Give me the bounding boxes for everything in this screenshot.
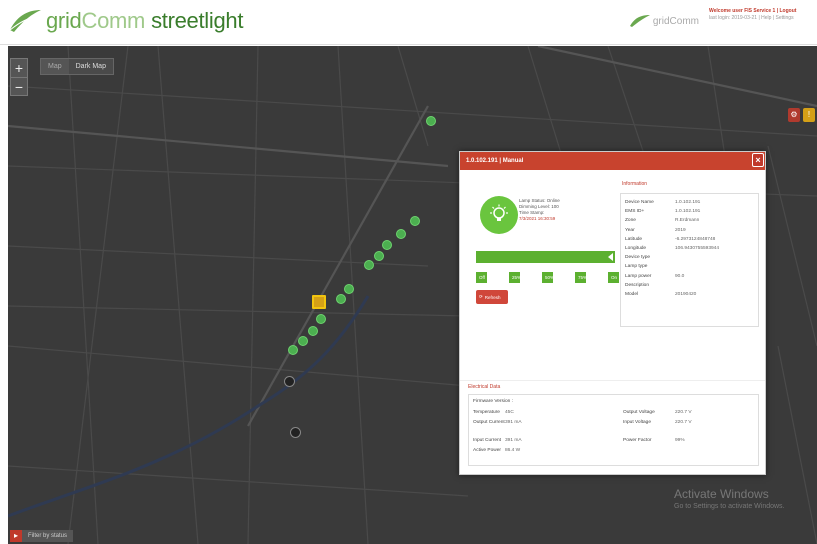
dimming-buttons: Off 25% 50% 75% On	[476, 272, 619, 283]
lamp-detail-popup: 1.0.102.191 | Manual × Lamp Status: Onli…	[459, 151, 766, 475]
refresh-icon: ⟳	[479, 294, 483, 299]
leaf-small-icon	[629, 15, 650, 27]
lamp-marker[interactable]	[336, 294, 346, 304]
activate-line-1: Activate Windows	[674, 487, 769, 501]
info-row: EMS ID+ 1.0.102.191	[625, 209, 701, 215]
settings-icon[interactable]: ⚙	[788, 108, 800, 122]
lamp-marker[interactable]	[374, 251, 384, 261]
dim-off-button[interactable]: Off	[476, 272, 487, 283]
dim-50-button[interactable]: 50%	[542, 272, 554, 283]
user-info[interactable]: Welcome user FIS Service 1 | Logout last…	[709, 8, 813, 22]
selected-lamp-marker[interactable]	[312, 295, 326, 309]
app-header: gridComm streetlight gridComm Welcome use…	[0, 0, 817, 45]
map-right-controls: ⚙ !	[788, 108, 815, 122]
zoom-in-button[interactable]: +	[11, 59, 27, 77]
electrical-row: Power Factor 99%	[623, 438, 685, 443]
lamp-marker[interactable]	[410, 216, 420, 226]
info-row: Lamp power 90.0	[625, 273, 685, 279]
popup-header: 1.0.102.191 | Manual ×	[460, 152, 765, 170]
activate-windows-watermark: Activate Windows Go to Settings to activ…	[674, 487, 785, 510]
alert-icon[interactable]: !	[803, 108, 815, 122]
information-title: Information	[622, 181, 648, 187]
electrical-row: Active Power 86.4 W	[473, 448, 521, 453]
info-row: Zone R.Erdmann	[625, 218, 700, 224]
info-row: Year 2019	[625, 227, 686, 233]
dimming-slider[interactable]	[476, 251, 615, 263]
information-panel: Device Name 1.0.102.191 EMS ID+ 1.0.102.19…	[620, 193, 759, 327]
popup-title: 1.0.102.191 | Manual	[466, 158, 524, 164]
lamp-marker[interactable]	[308, 326, 318, 336]
brand-comm: Comm	[81, 8, 146, 33]
lamp-marker[interactable]	[364, 260, 374, 270]
activate-line-2: Go to Settings to activate Windows.	[674, 503, 785, 510]
firmware-label: Firmware Version :	[473, 399, 513, 404]
filter-control[interactable]: ▸ Filter by status	[10, 530, 74, 542]
info-row: Device type	[625, 255, 651, 261]
partner-logo-text: gridComm	[652, 15, 699, 27]
lamp-status: Lamp Status: Online Dimming Level: 100 T…	[519, 198, 560, 222]
map-type-switch: Map Dark Map	[40, 58, 114, 75]
lamp-marker[interactable]	[288, 345, 298, 355]
bulb-icon	[490, 204, 508, 221]
leaf-logo-icon	[9, 10, 41, 32]
brand-name: gridComm streetlight	[46, 8, 243, 34]
header-right: gridComm Welcome user FIS Service 1 | Lo…	[629, 8, 813, 28]
electrical-row: Output Voltage 220.7 V	[623, 410, 692, 415]
zoom-out-button[interactable]: −	[11, 77, 27, 95]
dim-on-button[interactable]: On	[608, 272, 619, 283]
filter-icon[interactable]: ▸	[10, 530, 22, 542]
electrical-row: Output Current 391 mA	[473, 420, 522, 425]
brand-grid: grid	[46, 8, 82, 33]
lamp-marker[interactable]	[396, 229, 406, 239]
lamp-marker[interactable]	[298, 336, 308, 346]
electrical-row: Input Current 391 mA	[473, 438, 522, 443]
dim-75-button[interactable]: 75%	[575, 272, 587, 283]
info-row: Model 20190420	[625, 292, 697, 298]
user-line-2[interactable]: last login: 2019-03-21 | Help | Settings	[709, 15, 813, 22]
slider-handle[interactable]	[608, 253, 613, 261]
partner-logo: gridComm	[629, 14, 699, 28]
filter-label[interactable]: Filter by status	[22, 530, 74, 542]
lamp-bulb-icon	[480, 196, 518, 234]
electrical-row: Input Voltage 220.7 V	[623, 420, 692, 425]
map-type-map[interactable]: Map	[41, 59, 69, 74]
brand-logo[interactable]: gridComm streetlight	[8, 8, 243, 34]
lamp-marker[interactable]	[382, 240, 392, 250]
lamp-marker[interactable]	[316, 314, 326, 324]
electrical-data-title: Electrical Data	[468, 384, 501, 390]
lamp-marker[interactable]	[344, 284, 354, 294]
timestamp-value: 7/3/2021 16:30:59	[519, 216, 556, 221]
user-line-1[interactable]: Welcome user FIS Service 1 | Logout	[709, 8, 813, 15]
dim-25-button[interactable]: 25%	[509, 272, 521, 283]
offline-lamp-marker[interactable]	[284, 376, 295, 387]
section-divider	[460, 380, 765, 381]
info-row: Device Name 1.0.102.191	[625, 200, 701, 205]
refresh-label: Refresh	[484, 294, 501, 300]
info-row: Lamp type	[625, 264, 648, 270]
close-button[interactable]: ×	[752, 153, 764, 167]
info-row: Latitude -6.2973124848748	[625, 236, 716, 242]
info-row: Description	[625, 282, 649, 288]
lamp-marker[interactable]	[426, 116, 436, 126]
electrical-row: Temperature 45C	[473, 410, 514, 415]
electrical-data-panel: Firmware Version : Temperature 45C Output…	[468, 394, 759, 466]
map-type-dark-map[interactable]: Dark Map	[68, 59, 113, 74]
brand-product: streetlight	[151, 8, 244, 33]
zoom-control: + −	[10, 58, 28, 96]
offline-lamp-marker[interactable]	[290, 427, 301, 438]
info-row: Longitude 106.9430755593944	[625, 246, 720, 252]
refresh-button[interactable]: ⟳ Refresh	[476, 290, 508, 304]
